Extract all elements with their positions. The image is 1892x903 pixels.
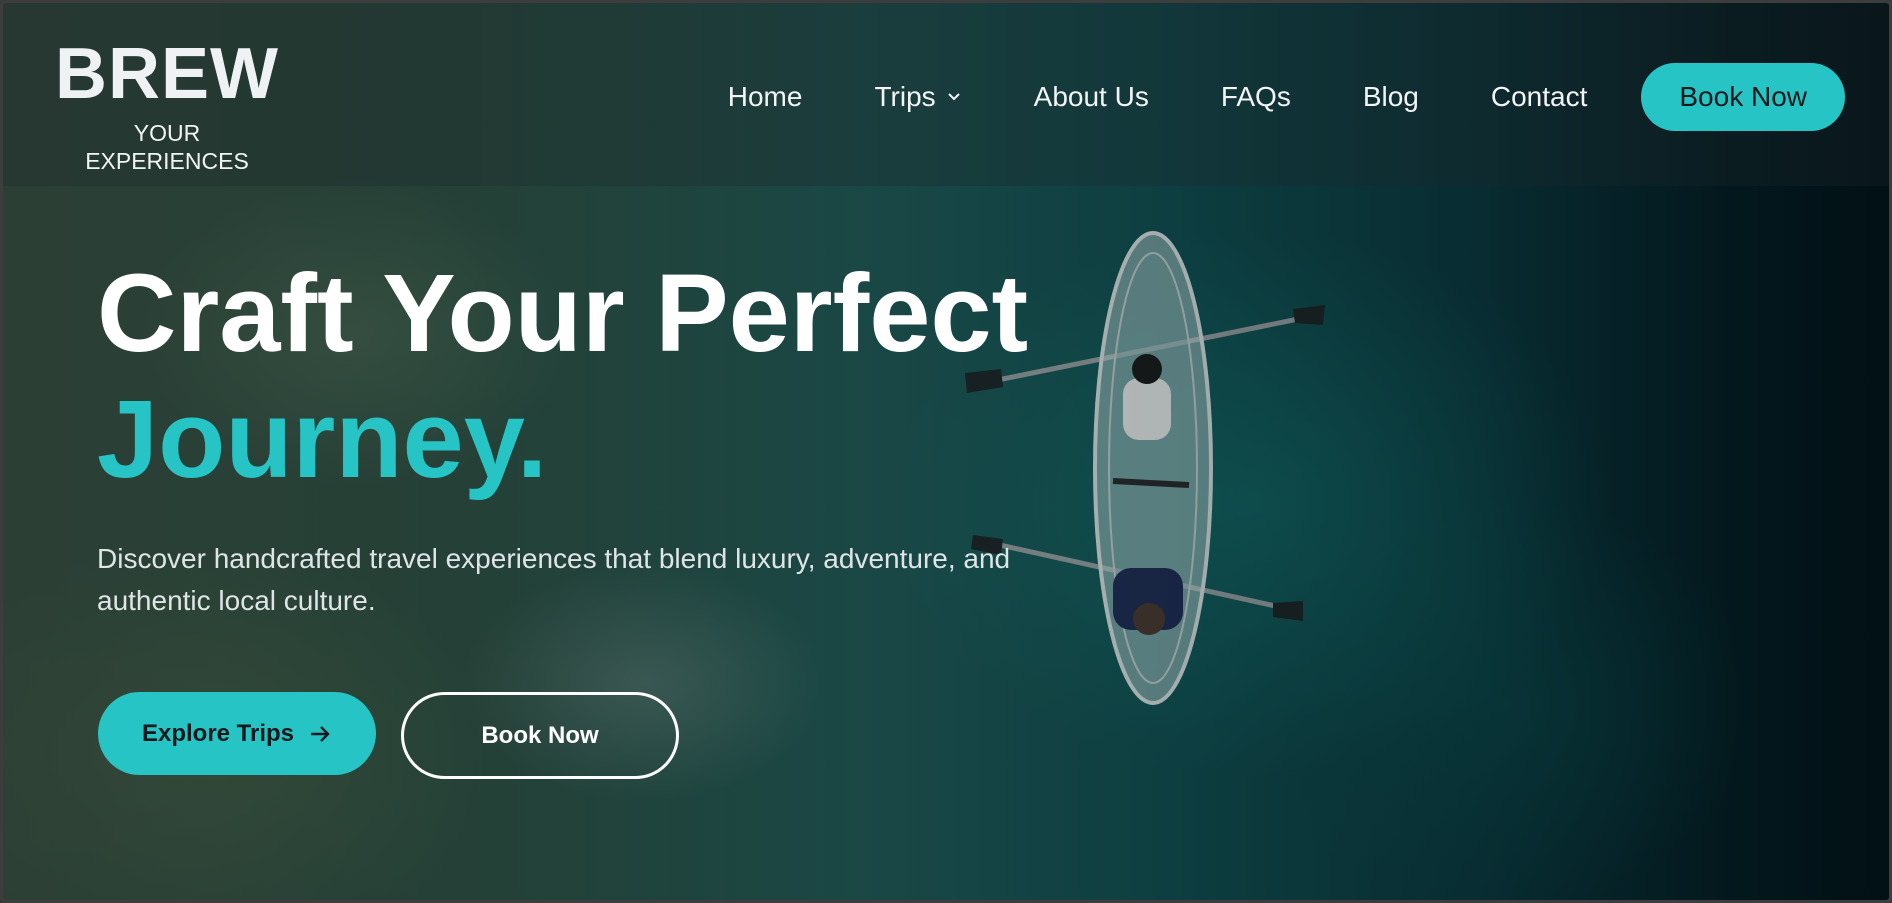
nav-item-label: Trips [874,81,936,112]
nav-item-contact[interactable]: Contact [1491,63,1588,131]
hero-headline-line1: Craft Your Perfect [97,252,1029,375]
arrow-right-icon [311,725,330,742]
brand-name: BREW [55,34,279,114]
brand-logo[interactable]: BREW YOUR EXPERIENCES [51,33,283,175]
hero-headline: Craft Your Perfect Journey. [97,251,1028,503]
nav-item-label: About Us [1033,81,1149,112]
nav-item-trips[interactable]: Trips [874,63,961,131]
explore-trips-label: Explore Trips [141,719,295,747]
nav-book-now-button[interactable]: Book Now [1641,63,1845,131]
nav-item-faqs[interactable]: FAQs [1221,63,1291,131]
chevron-down-icon [947,93,960,101]
brand-tagline: YOUR EXPERIENCES [85,120,249,174]
explore-trips-button[interactable]: Explore Trips [98,692,376,775]
browser-frame: BREW YOUR EXPERIENCES Home Trips About U… [0,0,1892,903]
hero-book-now-button[interactable]: Book Now [401,692,679,779]
nav-item-blog[interactable]: Blog [1363,63,1419,131]
main-navigation: Home Trips About Us FAQs Blog Contact Bo… [728,63,1845,131]
nav-item-about-us[interactable]: About Us [1034,63,1149,131]
nav-item-label: Contact [1490,81,1588,112]
nav-item-label: Home [727,81,803,112]
hero-description: Discover handcrafted travel experiences … [97,543,1011,616]
nav-item-label: Blog [1362,81,1419,112]
nav-item-home[interactable]: Home [728,63,803,131]
nav-item-label: FAQs [1220,81,1291,112]
hero-headline-accent: Journey. [97,378,548,501]
